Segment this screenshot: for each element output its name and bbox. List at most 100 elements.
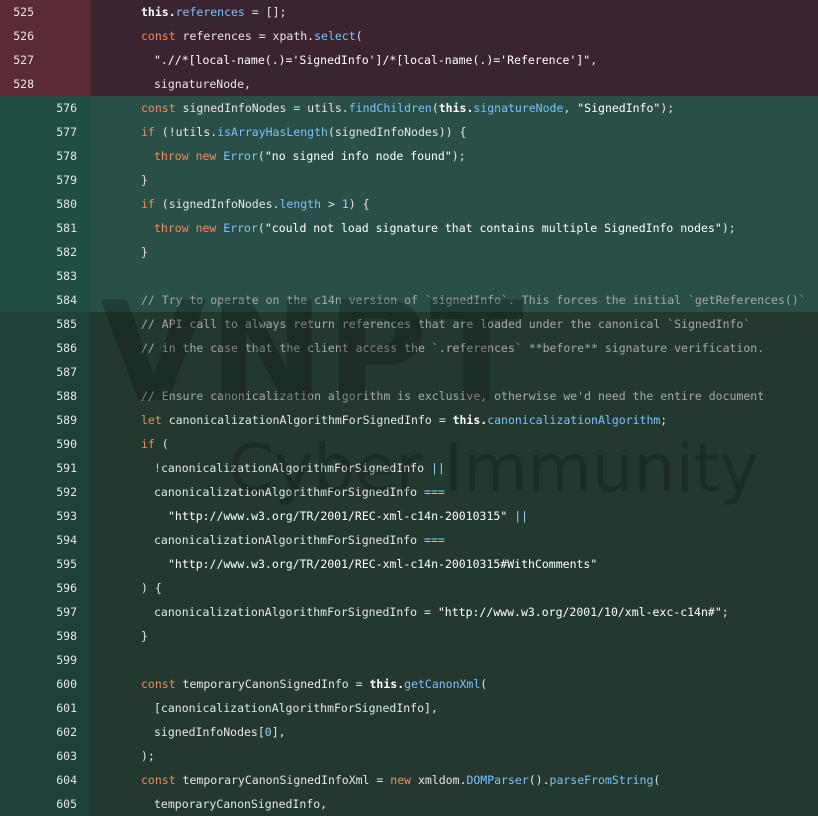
- added-line[interactable]: 580 if (signedInfoNodes.length > 1) {: [0, 192, 818, 216]
- code-token: new: [195, 149, 217, 163]
- code-token: ===: [424, 533, 445, 547]
- new-line-number[interactable]: 595: [53, 552, 77, 576]
- code-token: ,: [590, 53, 598, 67]
- code-token: ) {: [348, 197, 370, 211]
- context-line[interactable]: 585 // API call to always return referenc…: [0, 312, 818, 336]
- context-line[interactable]: 590 if (: [0, 432, 818, 456]
- added-line[interactable]: 577 if (!utils.isArrayHasLength(signedInf…: [0, 120, 818, 144]
- context-line[interactable]: 596 ) {: [0, 576, 818, 600]
- code-token: length: [279, 197, 322, 211]
- context-line[interactable]: 603);: [0, 744, 818, 768]
- new-line-number[interactable]: 605: [53, 792, 77, 816]
- context-line[interactable]: 592 canonicalizationAlgorithmForSignedInf…: [0, 480, 818, 504]
- new-line-number[interactable]: 582: [53, 240, 77, 264]
- new-line-number[interactable]: 584: [53, 288, 77, 312]
- context-line[interactable]: 600 const temporaryCanonSignedInfo = this…: [0, 672, 818, 696]
- context-line[interactable]: 586 // in the case that the client access…: [0, 336, 818, 360]
- context-line[interactable]: 602 signedInfoNodes[0],: [0, 720, 818, 744]
- code-token: );: [141, 749, 155, 763]
- line-gutter: 592: [0, 480, 91, 504]
- context-line[interactable]: 594 canonicalizationAlgorithmForSignedInf…: [0, 528, 818, 552]
- context-line[interactable]: 604 const temporaryCanonSignedInfoXml = n…: [0, 768, 818, 792]
- context-line[interactable]: 605 temporaryCanonSignedInfo,: [0, 792, 818, 816]
- added-line[interactable]: 579}: [0, 168, 818, 192]
- new-line-number[interactable]: 599: [53, 648, 77, 672]
- deleted-line[interactable]: 525 this.references = [];: [0, 0, 818, 24]
- new-line-number[interactable]: 602: [53, 720, 77, 744]
- code-token: signatureNode,: [154, 77, 251, 91]
- line-gutter: 593: [0, 504, 91, 528]
- code-token: (: [480, 677, 488, 691]
- new-line-number[interactable]: 579: [53, 168, 77, 192]
- code-token: ,: [563, 101, 578, 115]
- new-line-number[interactable]: 598: [53, 624, 77, 648]
- new-line-number[interactable]: 592: [53, 480, 77, 504]
- added-line[interactable]: 583: [0, 264, 818, 288]
- context-line[interactable]: 595 "http://www.w3.org/TR/2001/REC-xml-c1…: [0, 552, 818, 576]
- code-token: throw: [154, 221, 189, 235]
- new-line-number[interactable]: 594: [53, 528, 77, 552]
- new-line-number[interactable]: 587: [53, 360, 77, 384]
- old-line-number[interactable]: 526: [12, 24, 34, 48]
- new-line-number[interactable]: 581: [53, 216, 77, 240]
- code-line: this.references = [];: [91, 0, 818, 24]
- new-line-number[interactable]: 580: [53, 192, 77, 216]
- line-gutter: 578: [0, 144, 91, 168]
- code-line: if (!utils.isArrayHasLength(signedInfoNo…: [91, 120, 818, 144]
- new-line-number[interactable]: 578: [53, 144, 77, 168]
- context-line[interactable]: 589 let canonicalizationAlgorithmForSigne…: [0, 408, 818, 432]
- added-line[interactable]: 584 // Try to operate on the c14n version…: [0, 288, 818, 312]
- code-line: throw new Error("no signed info node fou…: [91, 144, 818, 168]
- code-token: ) {: [141, 581, 162, 595]
- new-line-number[interactable]: 596: [53, 576, 77, 600]
- line-gutter: 604: [0, 768, 91, 792]
- context-line[interactable]: 591 !canonicalizationAlgorithmForSignedIn…: [0, 456, 818, 480]
- context-line[interactable]: 593 "http://www.w3.org/TR/2001/REC-xml-c1…: [0, 504, 818, 528]
- code-token: temporaryCanonSignedInfo =: [175, 677, 370, 691]
- new-line-number[interactable]: 589: [53, 408, 77, 432]
- context-line[interactable]: 601 [canonicalizationAlgorithmForSignedIn…: [0, 696, 818, 720]
- deleted-line[interactable]: 528 signatureNode,: [0, 72, 818, 96]
- code-token: = [];: [244, 5, 287, 19]
- new-line-number[interactable]: 601: [53, 696, 77, 720]
- new-line-number[interactable]: 597: [53, 600, 77, 624]
- old-line-number[interactable]: 528: [12, 72, 34, 96]
- new-line-number[interactable]: 583: [53, 264, 77, 288]
- added-line[interactable]: 581 throw new Error("could not load signa…: [0, 216, 818, 240]
- added-line[interactable]: 576 const signedInfoNodes = utils.findChi…: [0, 96, 818, 120]
- line-gutter: 582: [0, 240, 91, 264]
- new-line-number[interactable]: 577: [53, 120, 77, 144]
- context-line[interactable]: 599: [0, 648, 818, 672]
- new-line-number[interactable]: 600: [53, 672, 77, 696]
- code-token: ||: [430, 461, 445, 475]
- old-line-number[interactable]: 525: [12, 0, 34, 24]
- code-token: DOMParser: [466, 773, 529, 787]
- deleted-line[interactable]: 526 const references = xpath.select(: [0, 24, 818, 48]
- context-line[interactable]: 587: [0, 360, 818, 384]
- code-token: canonicalizationAlgorithm: [487, 413, 661, 427]
- code-line: canonicalizationAlgorithmForSignedInfo =…: [91, 480, 818, 504]
- new-line-number[interactable]: 585: [53, 312, 77, 336]
- context-line[interactable]: 597 canonicalizationAlgorithmForSignedInf…: [0, 600, 818, 624]
- code-line: // Ensure canonicalization algorithm is …: [91, 384, 818, 408]
- code-token: if: [141, 437, 155, 451]
- code-token: references = xpath.: [175, 29, 315, 43]
- new-line-number[interactable]: 593: [53, 504, 77, 528]
- code-token: ;: [721, 605, 729, 619]
- context-line[interactable]: 588 // Ensure canonicalization algorithm …: [0, 384, 818, 408]
- deleted-line[interactable]: 527 ".//*[local-name(.)='SignedInfo']/*[l…: [0, 48, 818, 72]
- code-token: signedInfoNodes[: [154, 725, 265, 739]
- new-line-number[interactable]: 603: [53, 744, 77, 768]
- new-line-number[interactable]: 590: [53, 432, 77, 456]
- new-line-number[interactable]: 586: [53, 336, 77, 360]
- new-line-number[interactable]: 576: [53, 96, 77, 120]
- context-line[interactable]: 598}: [0, 624, 818, 648]
- new-line-number[interactable]: 588: [53, 384, 77, 408]
- old-line-number[interactable]: 527: [12, 48, 34, 72]
- new-line-number[interactable]: 591: [53, 456, 77, 480]
- code-token: findChildren: [348, 101, 432, 115]
- new-line-number[interactable]: 604: [53, 768, 77, 792]
- added-line[interactable]: 582}: [0, 240, 818, 264]
- added-line[interactable]: 578 throw new Error("no signed info node …: [0, 144, 818, 168]
- code-line: const temporaryCanonSignedInfo = this.ge…: [91, 672, 818, 696]
